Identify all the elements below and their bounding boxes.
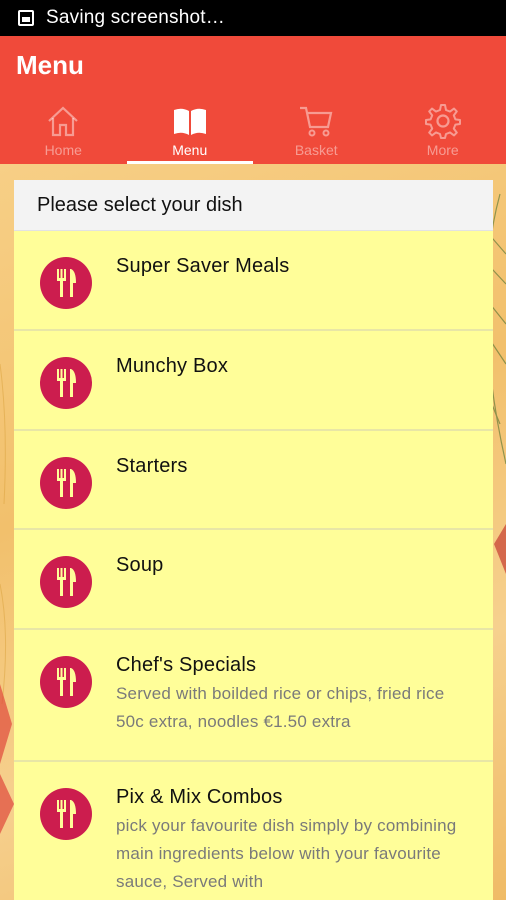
cart-icon: [300, 106, 333, 137]
cutlery-icon: [40, 556, 92, 608]
item-name: Super Saver Meals: [116, 255, 290, 277]
cutlery-icon: [40, 457, 92, 509]
tab-home[interactable]: Home: [0, 96, 127, 164]
tab-label: More: [426, 142, 459, 158]
page-title: Menu: [16, 50, 84, 80]
tab-more[interactable]: More: [380, 96, 506, 164]
tab-label: Basket: [294, 142, 338, 158]
list-item[interactable]: Chef's Specials Served with boilded rice…: [14, 630, 493, 762]
item-name: Pix & Mix Combos: [116, 786, 283, 808]
item-name: Starters: [116, 455, 188, 477]
list-item[interactable]: Munchy Box: [14, 331, 493, 431]
list-item[interactable]: Soup: [14, 530, 493, 630]
cutlery-icon: [40, 357, 92, 409]
item-description: pick your favourite dish simply by combi…: [116, 816, 457, 891]
cutlery-icon: [40, 656, 92, 708]
item-name: Chef's Specials: [116, 654, 257, 676]
app-bar: Menu Home Menu Basket More: [0, 36, 506, 164]
cutlery-icon: [40, 257, 92, 309]
item-description: Served with boilded rice or chips, fried…: [116, 684, 445, 731]
tab-bar: Home Menu Basket More: [0, 96, 506, 164]
item-name: Soup: [116, 554, 164, 576]
cutlery-icon: [40, 788, 92, 840]
item-name: Munchy Box: [116, 355, 229, 377]
tab-label: Home: [44, 142, 82, 158]
list-item[interactable]: Starters: [14, 431, 493, 530]
panel-header: Please select your dish: [14, 180, 493, 231]
list-item[interactable]: Super Saver Meals: [14, 231, 493, 331]
dish-category-panel: Please select your dish Super Saver Meal…: [14, 180, 493, 900]
tab-label: Menu: [172, 142, 208, 158]
status-text: Saving screenshot…: [46, 7, 225, 28]
home-icon: [48, 106, 78, 137]
list-item[interactable]: Pix & Mix Combos pick your favourite dis…: [14, 762, 493, 900]
gear-icon: [424, 104, 461, 139]
tab-basket[interactable]: Basket: [253, 96, 380, 164]
book-icon: [173, 108, 206, 135]
image-notification-icon: [18, 10, 34, 26]
status-bar: Saving screenshot…: [0, 0, 506, 36]
tab-menu[interactable]: Menu: [126, 96, 254, 164]
